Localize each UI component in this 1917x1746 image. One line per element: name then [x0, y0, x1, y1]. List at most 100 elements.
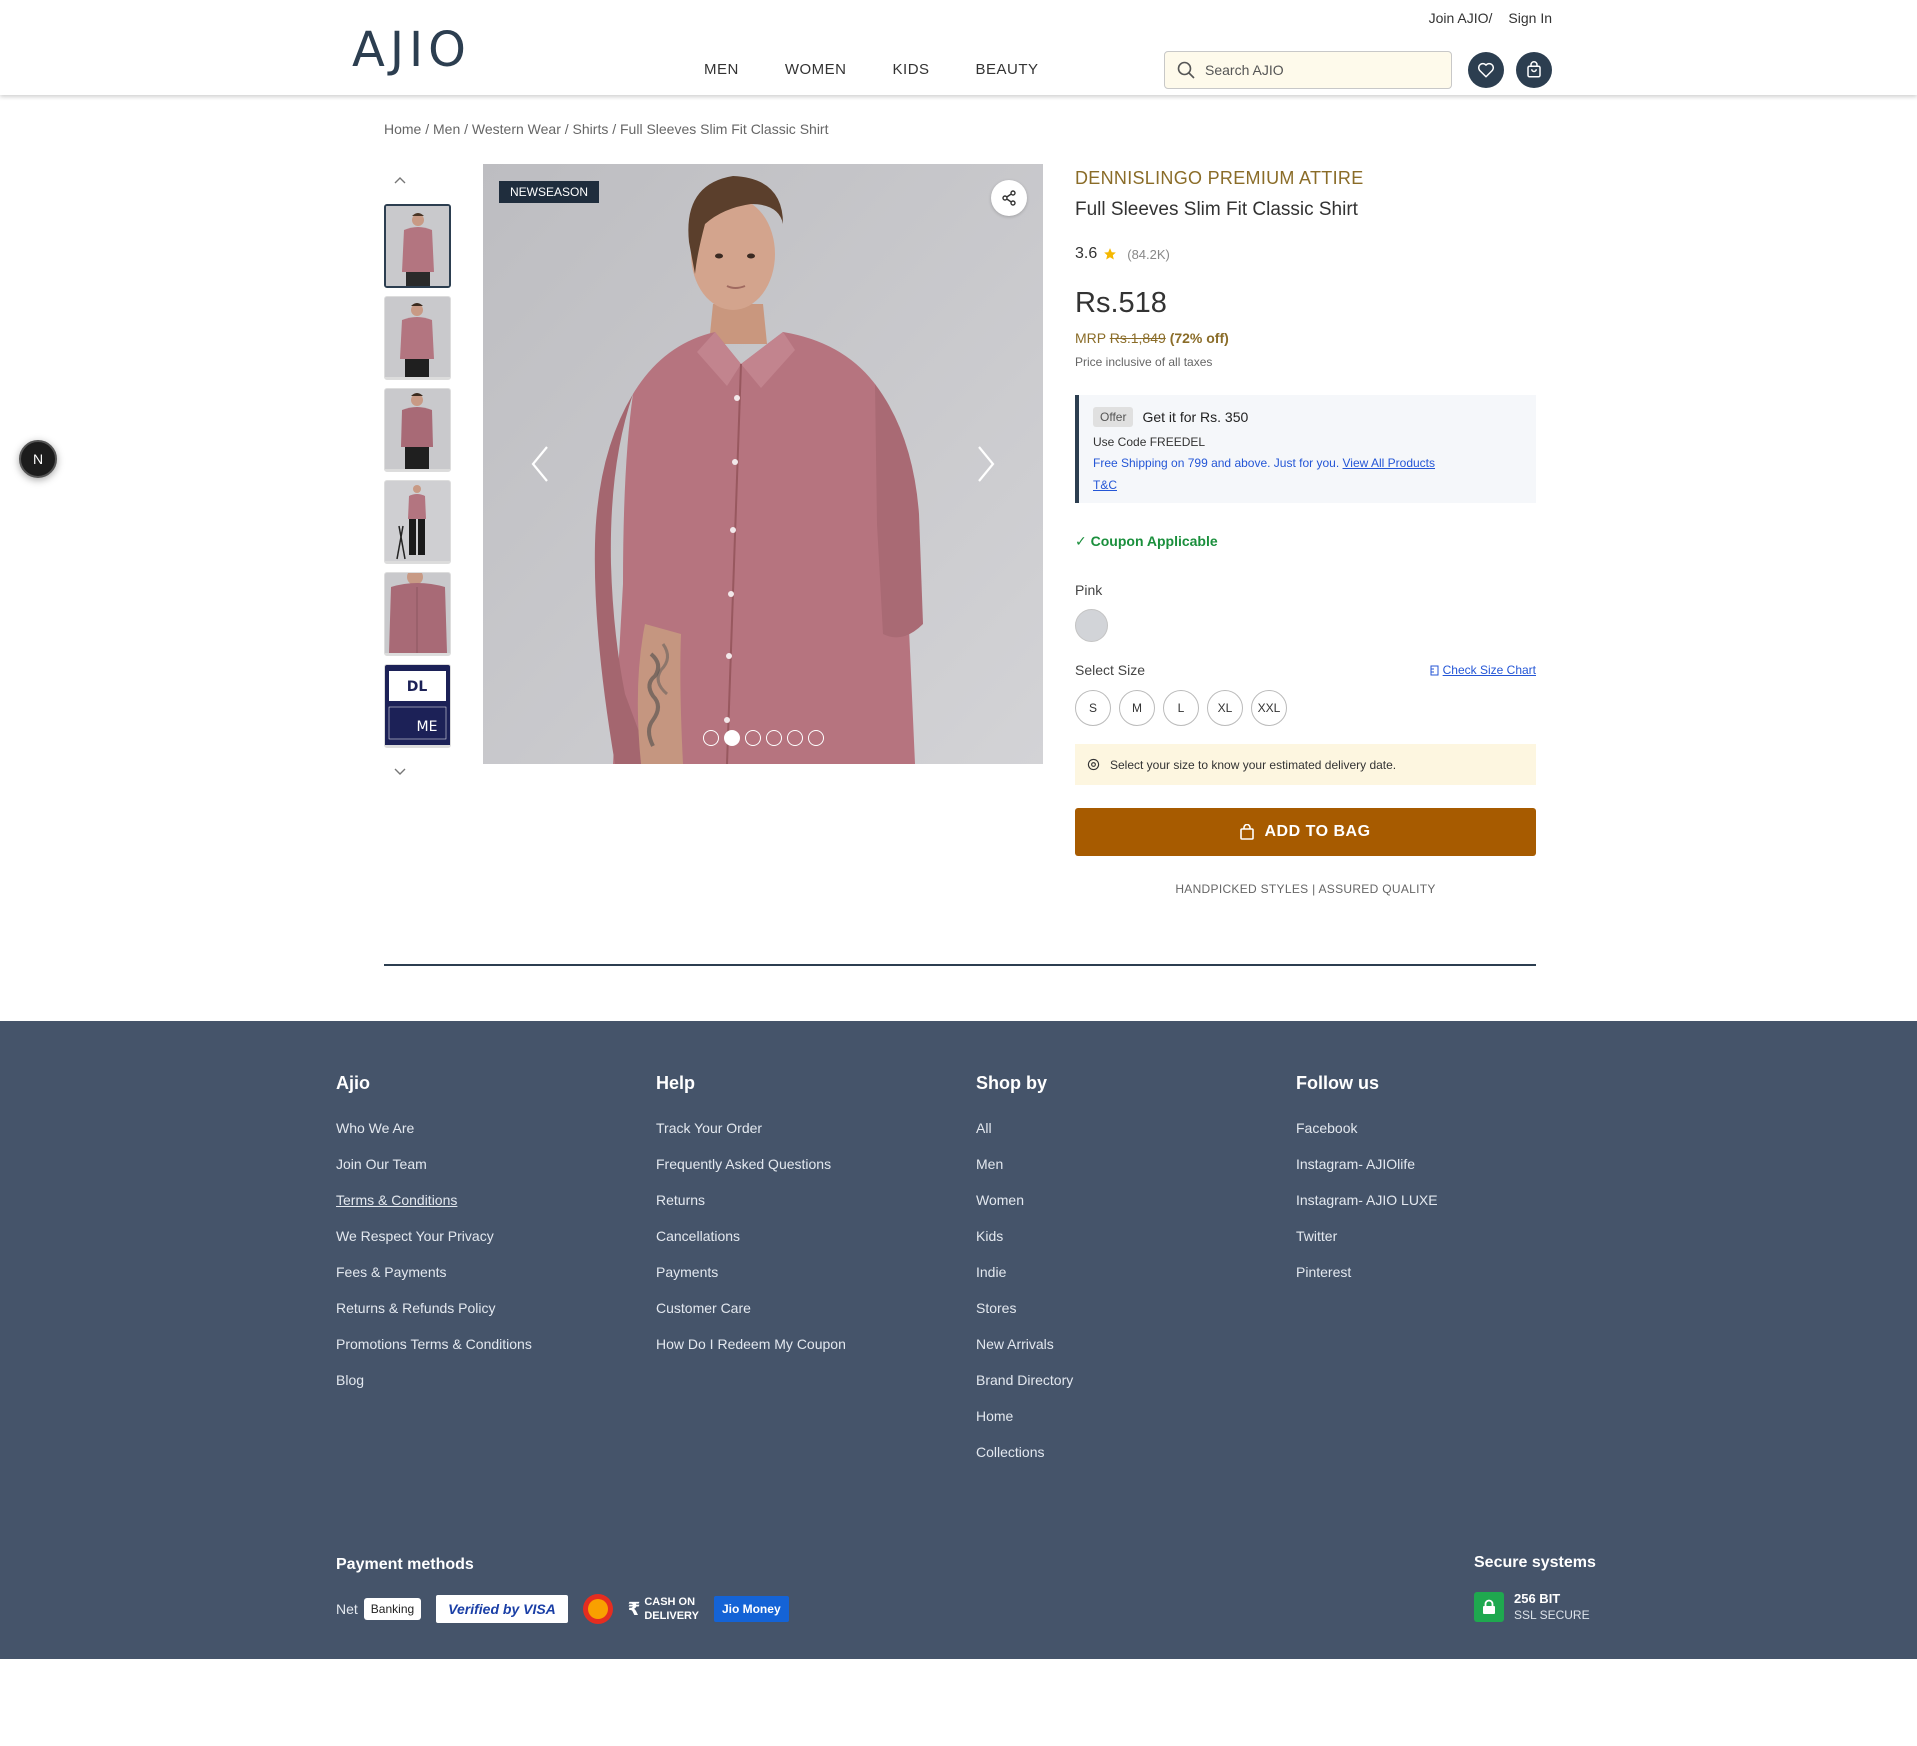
size-xxl[interactable]: XXL — [1251, 690, 1287, 726]
footer-link[interactable]: Cancellations — [656, 1218, 846, 1254]
nav-men[interactable]: MEN — [704, 61, 739, 78]
size-l[interactable]: L — [1163, 690, 1199, 726]
svg-text:ME: ME — [417, 719, 438, 735]
footer-link[interactable]: Frequently Asked Questions — [656, 1146, 846, 1182]
mrp-value: Rs.1,849 — [1109, 330, 1166, 346]
size-s[interactable]: S — [1075, 690, 1111, 726]
offer-pill: Offer — [1093, 407, 1134, 427]
bag-icon — [1240, 824, 1255, 840]
payment-methods: Net Banking Verified by VISA ₹ CASH ON D… — [336, 1594, 789, 1624]
offer-shipping-text: Free Shipping on 799 and above. Just for… — [1093, 456, 1340, 470]
footer-link[interactable]: Blog — [336, 1362, 532, 1398]
footer-link[interactable]: How Do I Redeem My Coupon — [656, 1326, 846, 1362]
main-product-image[interactable]: NEWSEASON — [483, 164, 1043, 764]
image-dot[interactable] — [765, 730, 782, 746]
payment-methods-title: Payment methods — [336, 1556, 474, 1573]
footer-link[interactable]: Stores — [976, 1290, 1073, 1326]
nav-women[interactable]: WOMEN — [785, 61, 847, 78]
image-dot[interactable] — [744, 730, 761, 746]
thumbs-up-arrow[interactable] — [392, 172, 408, 188]
footer-link[interactable]: Instagram- AJIO LUXE — [1296, 1182, 1438, 1218]
image-dot-active[interactable] — [723, 730, 740, 746]
image-dot[interactable] — [807, 730, 824, 746]
thumbs-down-arrow[interactable] — [392, 764, 408, 780]
footer-col-follow-us: Follow us Facebook Instagram- AJIOlife I… — [1296, 1073, 1438, 1290]
nav-kids[interactable]: KIDS — [893, 61, 930, 78]
floating-n-badge[interactable]: N — [19, 440, 57, 478]
secure-systems-title: Secure systems — [1474, 1554, 1596, 1571]
newseason-tag: NEWSEASON — [499, 181, 600, 203]
footer-link[interactable]: All — [976, 1110, 1073, 1146]
footer-link[interactable]: Payments — [656, 1254, 846, 1290]
footer-link[interactable]: Returns — [656, 1182, 846, 1218]
wishlist-button[interactable] — [1468, 52, 1504, 88]
bag-button[interactable] — [1516, 52, 1552, 88]
footer-link[interactable]: Twitter — [1296, 1218, 1438, 1254]
footer-link[interactable]: Women — [976, 1182, 1073, 1218]
image-dot[interactable] — [786, 730, 803, 746]
footer-link[interactable]: Customer Care — [656, 1290, 846, 1326]
footer-link[interactable]: Terms & Conditions — [336, 1182, 532, 1218]
assurance-text: HANDPICKED STYLES | ASSURED QUALITY — [1175, 882, 1436, 896]
image-dot[interactable] — [702, 730, 719, 746]
nav-beauty[interactable]: BEAUTY — [976, 61, 1039, 78]
brand-name[interactable]: DENNISLINGO PREMIUM ATTIRE — [1075, 168, 1536, 189]
search-input[interactable] — [1205, 62, 1445, 78]
footer-link[interactable]: Who We Are — [336, 1110, 532, 1146]
add-to-bag-button[interactable]: ADD TO BAG — [1075, 808, 1536, 856]
footer-link[interactable]: Pinterest — [1296, 1254, 1438, 1290]
view-all-products-link[interactable]: View All Products — [1343, 456, 1436, 470]
footer-link[interactable]: Join Our Team — [336, 1146, 532, 1182]
share-button[interactable] — [991, 180, 1027, 216]
footer-link[interactable]: Home — [976, 1398, 1073, 1434]
footer-link[interactable]: Track Your Order — [656, 1110, 846, 1146]
offer-code-line: Use Code FREEDEL — [1093, 435, 1522, 449]
offer-shipping-line: Free Shipping on 799 and above. Just for… — [1093, 456, 1522, 470]
size-m[interactable]: M — [1119, 690, 1155, 726]
thumbnail-3[interactable] — [384, 388, 451, 472]
shirt-model-thumbnail — [385, 389, 450, 469]
footer-link[interactable]: Returns & Refunds Policy — [336, 1290, 532, 1326]
thumbnail-1[interactable] — [384, 204, 451, 288]
size-xl[interactable]: XL — [1207, 690, 1243, 726]
footer-link[interactable]: Fees & Payments — [336, 1254, 532, 1290]
prev-image-button[interactable] — [525, 444, 555, 484]
tax-note: Price inclusive of all taxes — [1075, 355, 1213, 369]
footer-link[interactable]: Kids — [976, 1218, 1073, 1254]
footer-link[interactable]: Facebook — [1296, 1110, 1438, 1146]
join-ajio-link[interactable]: Join AJIO/ — [1429, 10, 1493, 26]
offer-tc-link[interactable]: T&C — [1093, 478, 1522, 492]
next-image-button[interactable] — [971, 444, 1001, 484]
footer-link[interactable]: Men — [976, 1146, 1073, 1182]
image-dots — [483, 730, 1043, 746]
footer-link[interactable]: Brand Directory — [976, 1362, 1073, 1398]
color-swatch[interactable] — [1075, 609, 1108, 642]
rating[interactable]: 3.6 (84.2K) — [1075, 245, 1536, 263]
size-chart-link[interactable]: Check Size Chart — [1430, 662, 1536, 678]
color-label: Pink — [1075, 582, 1103, 598]
thumbnail-4[interactable] — [384, 480, 451, 564]
footer-col-ajio: Ajio Who We Are Join Our Team Terms & Co… — [336, 1073, 532, 1398]
footer-link[interactable]: We Respect Your Privacy — [336, 1218, 532, 1254]
size-options: S M L XL XXL — [1075, 690, 1536, 726]
thumbnail-5[interactable] — [384, 572, 451, 656]
footer-link[interactable]: Collections — [976, 1434, 1073, 1470]
footer-link[interactable]: Instagram- AJIOlife — [1296, 1146, 1438, 1182]
share-icon — [1002, 190, 1016, 206]
discount-percent: (72% off) — [1169, 330, 1229, 346]
footer-link[interactable]: New Arrivals — [976, 1326, 1073, 1362]
chevron-up-icon — [394, 177, 406, 184]
sign-in-link[interactable]: Sign In — [1508, 10, 1552, 26]
thumbnail-6[interactable]: DL ME — [384, 664, 451, 748]
footer-link[interactable]: Promotions Terms & Conditions — [336, 1326, 532, 1362]
shirt-detail-thumbnail — [385, 573, 450, 653]
chevron-left-icon — [531, 446, 548, 482]
offer-code: FREEDEL — [1149, 435, 1206, 449]
shirt-model-thumbnail — [385, 297, 450, 377]
ajio-logo[interactable]: AJIO — [352, 22, 471, 78]
breadcrumb[interactable]: Home / Men / Western Wear / Shirts / Ful… — [384, 121, 829, 137]
footer-link[interactable]: Indie — [976, 1254, 1073, 1290]
add-to-bag-label: ADD TO BAG — [1264, 823, 1371, 840]
thumbnail-2[interactable] — [384, 296, 451, 380]
chevron-down-icon — [394, 768, 406, 775]
